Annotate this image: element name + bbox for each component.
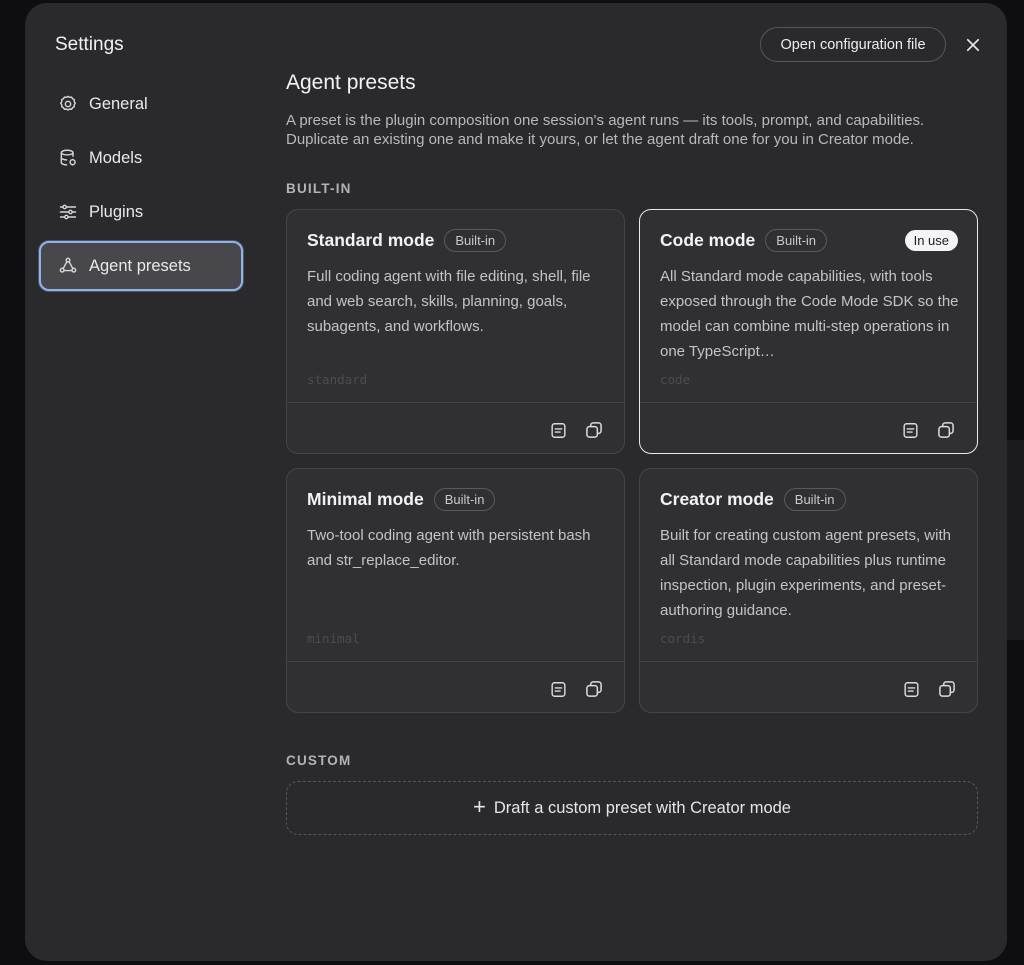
card-header: Minimal mode Built-in — [307, 488, 496, 511]
duplicate-icon[interactable] — [936, 678, 958, 700]
card-footer — [640, 402, 977, 453]
card-id: standard — [307, 372, 368, 387]
preset-card-standard[interactable]: Standard mode Built-in Full coding agent… — [286, 209, 625, 454]
view-details-icon[interactable] — [547, 419, 569, 441]
preset-card-minimal[interactable]: Minimal mode Built-in Two-tool coding ag… — [286, 468, 625, 713]
built-in-badge: Built-in — [433, 488, 496, 511]
close-button[interactable] — [959, 31, 987, 59]
nav-item-label: General — [89, 94, 148, 113]
database-icon — [57, 147, 79, 169]
view-details-icon[interactable] — [547, 678, 569, 700]
card-description: Two-tool coding agent with persistent ba… — [307, 527, 591, 569]
card-id: minimal — [307, 631, 360, 646]
settings-nav: General Models Plugins Agent presets — [39, 79, 243, 295]
built-in-badge: Built-in — [783, 488, 846, 511]
built-in-badge: Built-in — [765, 229, 828, 252]
plus-icon: + — [473, 794, 486, 819]
open-configuration-file-button[interactable]: Open configuration file — [760, 27, 946, 62]
draft-button-label: Draft a custom preset with Creator mode — [493, 798, 791, 817]
card-description: Built for creating custom agent presets,… — [660, 527, 951, 619]
settings-title: Settings — [55, 34, 124, 55]
card-title: Standard mode — [307, 230, 435, 250]
card-description: All Standard mode capabilities, with too… — [660, 268, 959, 360]
page-title: Agent presets — [286, 71, 416, 94]
card-id: cordis — [660, 631, 706, 646]
section-label-custom: CUSTOM — [286, 753, 352, 768]
section-label-built-in: BUILT-IN — [286, 181, 352, 196]
card-footer — [640, 661, 977, 712]
nav-item-plugins[interactable]: Plugins — [39, 187, 243, 237]
page-description: A preset is the plugin composition one s… — [286, 112, 925, 148]
card-header: Code mode Built-in — [660, 229, 828, 252]
nav-item-models[interactable]: Models — [39, 133, 243, 183]
preset-card-code[interactable]: Code mode Built-in In use All Standard m… — [639, 209, 978, 454]
duplicate-icon[interactable] — [583, 419, 605, 441]
gear-icon — [57, 93, 79, 115]
sliders-icon — [57, 201, 79, 223]
view-details-icon[interactable] — [899, 419, 921, 441]
close-icon — [966, 38, 980, 52]
built-in-badge: Built-in — [444, 229, 507, 252]
card-id: code — [660, 372, 691, 387]
nav-item-agent-presets[interactable]: Agent presets — [39, 241, 243, 291]
nav-item-general[interactable]: General — [39, 79, 243, 129]
card-title: Code mode — [660, 230, 756, 250]
card-footer — [287, 661, 624, 712]
agent-presets-icon — [57, 255, 79, 277]
card-header: Creator mode Built-in — [660, 488, 846, 511]
preset-card-creator[interactable]: Creator mode Built-in Built for creating… — [639, 468, 978, 713]
card-header: Standard mode Built-in — [307, 229, 507, 252]
nav-item-label: Models — [89, 148, 143, 167]
card-description: Full coding agent with file editing, she… — [307, 268, 591, 335]
duplicate-icon[interactable] — [935, 419, 957, 441]
settings-dialog: Settings General Models Plugins Agent pr… — [25, 3, 1007, 961]
card-footer — [287, 402, 624, 453]
in-use-badge: In use — [904, 230, 958, 251]
backdrop — [1006, 440, 1024, 640]
draft-custom-preset-button[interactable]: + Draft a custom preset with Creator mod… — [286, 781, 978, 835]
duplicate-icon[interactable] — [583, 678, 605, 700]
card-title: Minimal mode — [307, 489, 424, 509]
nav-item-label: Plugins — [89, 202, 144, 221]
nav-item-label: Agent presets — [89, 256, 191, 275]
view-details-icon[interactable] — [900, 678, 922, 700]
card-title: Creator mode — [660, 489, 774, 509]
